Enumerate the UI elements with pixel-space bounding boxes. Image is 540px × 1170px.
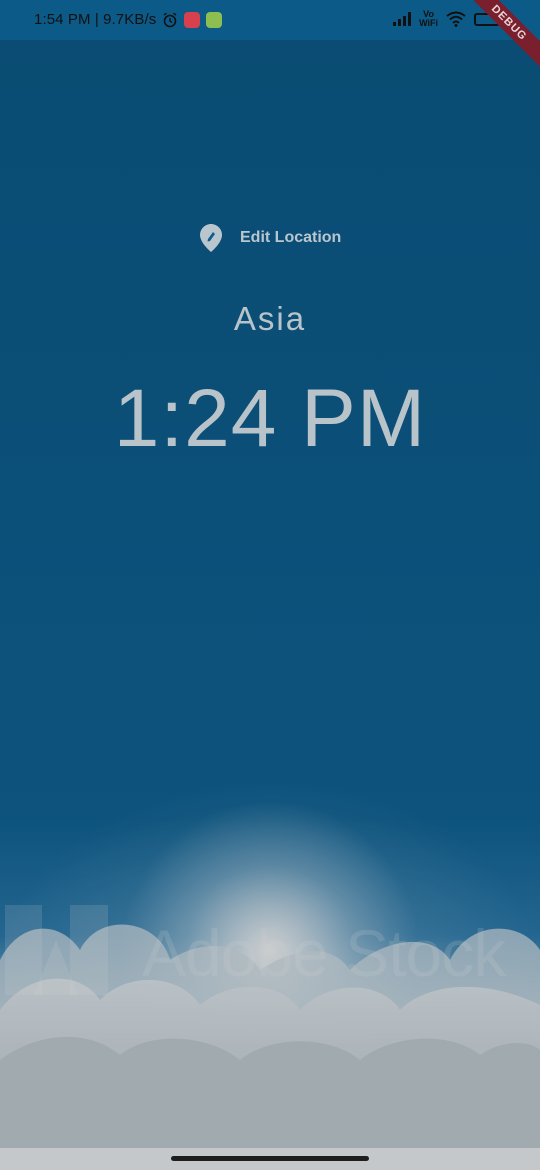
- status-right: Vo WiFi: [393, 10, 500, 28]
- edit-location-button[interactable]: Edit Location: [200, 224, 341, 252]
- current-time: 1:24 PM: [113, 373, 427, 464]
- watermark-text: Adobe Stock: [142, 916, 506, 990]
- wifi-icon: [446, 11, 466, 27]
- status-bar: 1:54 PM | 9.7KB/s Vo WiFi: [0, 0, 540, 40]
- vowifi-line2: WiFi: [419, 18, 438, 28]
- location-pin-icon: [200, 224, 222, 252]
- status-time-speed: 1:54 PM | 9.7KB/s: [34, 11, 157, 28]
- app-screen: Adobe Stock: [0, 0, 540, 1170]
- edit-location-label: Edit Location: [240, 229, 342, 246]
- alarm-icon: [163, 12, 177, 27]
- home-gesture-pill[interactable]: [171, 1156, 369, 1161]
- vowifi-indicator: Vo WiFi: [419, 10, 438, 28]
- signal-icon: [393, 12, 412, 26]
- location-name: Asia: [233, 300, 307, 337]
- green-app-icon: [206, 11, 223, 28]
- status-left: 1:54 PM | 9.7KB/s: [34, 11, 223, 28]
- tiktok-app-icon: [184, 11, 201, 28]
